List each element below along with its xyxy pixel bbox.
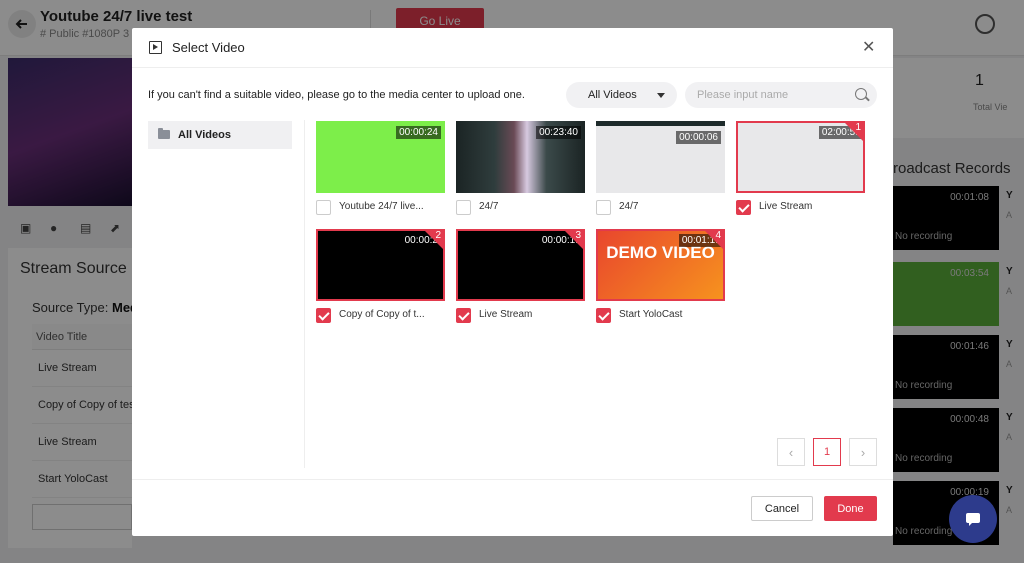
duration-badge: 00:00:06 [676, 131, 721, 144]
pagination-next-button[interactable]: › [849, 438, 877, 466]
sidebar-item-label: All Videos [178, 129, 231, 141]
chat-icon [966, 513, 980, 526]
video-thumbnail[interactable]: DEMO VIDEO 00:01:1: 4 [596, 229, 725, 301]
selection-order: 3 [575, 230, 581, 241]
video-thumbnail[interactable]: 02:00:5: 1 [736, 121, 865, 193]
chat-button[interactable] [949, 495, 997, 543]
upload-hint: If you can't find a suitable video, plea… [148, 89, 525, 101]
video-tile[interactable]: 00:23:40 24/7 [456, 121, 585, 217]
video-thumbnail[interactable]: 00:00:06 [596, 121, 725, 193]
video-title: 24/7 [479, 201, 499, 212]
cancel-button[interactable]: Cancel [751, 496, 813, 521]
video-title: Live Stream [479, 309, 533, 320]
video-checkbox[interactable] [456, 308, 471, 323]
video-checkbox[interactable] [596, 200, 611, 215]
sidebar-item-all-videos[interactable]: All Videos [148, 121, 292, 149]
video-title: Youtube 24/7 live... [339, 201, 424, 212]
video-checkbox[interactable] [596, 308, 611, 323]
selection-corner [843, 121, 865, 143]
video-thumbnail[interactable]: 00:00:24 [316, 121, 445, 193]
video-filter-select[interactable]: All Videos [566, 82, 677, 108]
video-tile[interactable]: 00:00:24 Youtube 24/7 live... [316, 121, 445, 217]
caret-down-icon [657, 93, 665, 98]
folder-icon [158, 128, 170, 139]
video-tile[interactable]: 00:00:2 2 Copy of Copy of t... [316, 229, 445, 325]
video-title: Copy of Copy of t... [339, 309, 425, 320]
modal-title: Select Video [172, 40, 245, 55]
video-title: Start YoloCast [619, 309, 683, 320]
select-video-modal: Select Video ✕ If you can't find a suita… [132, 28, 893, 536]
done-button[interactable]: Done [824, 496, 877, 521]
duration-badge: 00:00:24 [396, 126, 441, 139]
video-title: 24/7 [619, 201, 639, 212]
video-checkbox[interactable] [316, 200, 331, 215]
selection-corner [703, 229, 725, 251]
divider [132, 479, 893, 480]
video-title: Live Stream [759, 201, 813, 212]
search-input[interactable] [697, 86, 847, 104]
divider [304, 120, 305, 468]
video-thumbnail[interactable]: 00:23:40 [456, 121, 585, 193]
selection-order: 4 [715, 230, 721, 241]
search-box [685, 82, 877, 108]
video-icon [149, 41, 162, 54]
video-thumbnail[interactable]: 00:00:1: 3 [456, 229, 585, 301]
video-tile[interactable]: DEMO VIDEO 00:01:1: 4 Start YoloCast [596, 229, 725, 325]
video-checkbox[interactable] [316, 308, 331, 323]
pagination-prev-button[interactable]: ‹ [777, 438, 805, 466]
video-tile[interactable]: 02:00:5: 1 Live Stream [736, 121, 865, 217]
selection-corner [563, 229, 585, 251]
close-icon[interactable]: ✕ [862, 40, 875, 56]
pagination-page[interactable]: 1 [813, 438, 841, 466]
video-checkbox[interactable] [456, 200, 471, 215]
selection-order: 2 [435, 230, 441, 241]
video-tile[interactable]: 00:00:06 24/7 [596, 121, 725, 217]
video-thumbnail[interactable]: 00:00:2 2 [316, 229, 445, 301]
video-tile[interactable]: 00:00:1: 3 Live Stream [456, 229, 585, 325]
modal-header: Select Video ✕ [132, 28, 893, 68]
selection-corner [423, 229, 445, 251]
filter-value: All Videos [588, 89, 637, 101]
search-icon[interactable] [855, 88, 867, 100]
selection-order: 1 [855, 122, 861, 133]
video-checkbox[interactable] [736, 200, 751, 215]
duration-badge: 00:23:40 [536, 126, 581, 139]
